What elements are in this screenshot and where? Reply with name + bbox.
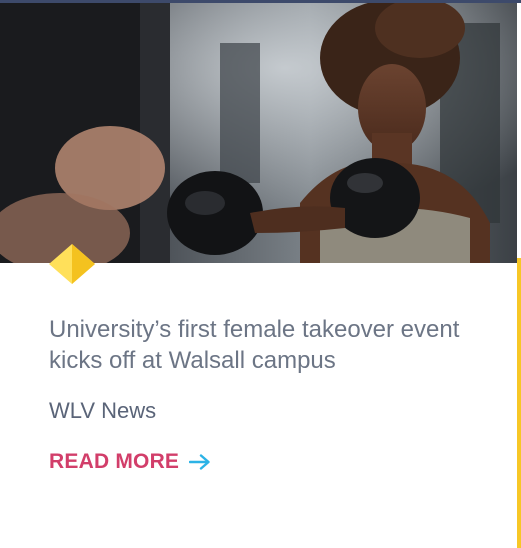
arrow-right-icon (189, 454, 210, 470)
boxing-photo (0, 3, 517, 263)
read-more-link[interactable]: READ MORE (49, 450, 211, 474)
hero-image[interactable] (0, 3, 517, 263)
diamond-icon (49, 244, 95, 284)
right-accent-bar (517, 258, 521, 548)
article-title[interactable]: University’s first female takeover event… (49, 314, 489, 376)
read-more-label: READ MORE (49, 450, 180, 473)
article-source: WLV News (49, 398, 157, 423)
news-card[interactable]: University’s first female takeover event… (0, 0, 521, 548)
